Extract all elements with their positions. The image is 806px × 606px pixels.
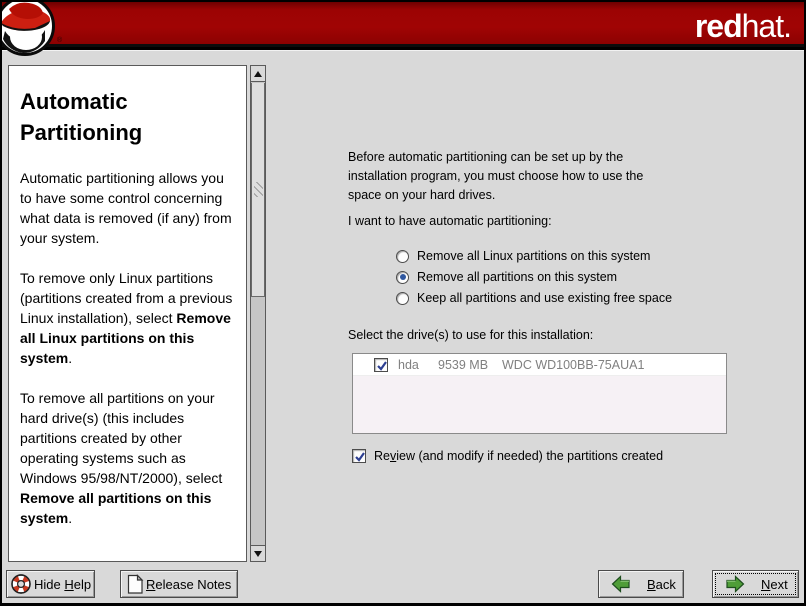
scroll-down-button[interactable] [251, 545, 265, 561]
review-checkbox-checked-icon[interactable] [352, 449, 366, 463]
label-post: elease Notes [155, 577, 231, 592]
help-paragraph-3: To remove all partitions on your hard dr… [20, 388, 235, 528]
review-checkbox-label: Review (and modify if needed) the partit… [374, 449, 663, 463]
drive-checkbox-wrap[interactable] [374, 358, 388, 372]
scroll-up-arrow-icon [254, 71, 262, 77]
help-panel: Automatic Partitioning Automatic partiti… [8, 65, 247, 562]
release-notes-label: Release Notes [146, 577, 231, 592]
radio-remove-linux-partitions[interactable]: Remove all Linux partitions on this syst… [396, 247, 650, 265]
label-mnemonic: N [761, 577, 770, 592]
help-title: Automatic Partitioning [20, 86, 235, 148]
help-paragraph-1: Automatic partitioning allows you to hav… [20, 168, 235, 248]
release-notes-button[interactable]: Release Notes [120, 570, 238, 598]
radio-label: Remove all Linux partitions on this syst… [417, 249, 650, 263]
installer-window: redhat. ® Automatic Partitioning Automat… [0, 0, 806, 606]
scroll-up-button[interactable] [251, 66, 265, 82]
registered-trademark: ® [57, 37, 62, 44]
label-mnemonic: H [64, 577, 73, 592]
wordmark-light: hat. [742, 8, 791, 44]
hide-help-button[interactable]: Hide Help [6, 570, 95, 598]
top-banner: redhat. [0, 0, 806, 47]
drive-select-label: Select the drive(s) to use for this inst… [348, 326, 593, 345]
radio-label: Keep all partitions and use existing fre… [417, 291, 672, 305]
review-partitions-option[interactable]: Review (and modify if needed) the partit… [352, 449, 663, 463]
partitioning-prompt: I want to have automatic partitioning: [348, 212, 552, 231]
review-label-pre: Re [374, 449, 390, 463]
label-post: elp [74, 577, 91, 592]
label-pre: Hide [34, 577, 64, 592]
radio-remove-all-partitions[interactable]: Remove all partitions on this system [396, 268, 617, 286]
label-post: ext [770, 577, 787, 592]
check-mark-icon [375, 359, 389, 373]
document-icon [126, 574, 144, 595]
check-mark-icon [353, 450, 367, 464]
content-area: Automatic Partitioning Automatic partiti… [0, 50, 806, 606]
drive-checkbox-checked-icon[interactable] [374, 358, 388, 372]
back-button[interactable]: Back [598, 570, 684, 598]
help-p3-text: To remove all partitions on your hard dr… [20, 390, 222, 486]
label-mnemonic: B [647, 577, 656, 592]
label-post: ack [656, 577, 676, 592]
label-mnemonic: R [146, 577, 155, 592]
help-scrollbar[interactable] [250, 65, 266, 562]
radio-keep-all-partitions[interactable]: Keep all partitions and use existing fre… [396, 289, 672, 307]
lifebuoy-icon [10, 573, 32, 595]
drive-device: hda [398, 358, 438, 372]
scroll-down-arrow-icon [254, 551, 262, 557]
next-button[interactable]: Next [712, 570, 799, 598]
help-p2-period: . [68, 350, 72, 366]
arrow-left-icon [611, 575, 631, 593]
drive-row-hda[interactable]: hda 9539 MB WDC WD100BB-75AUA1 [353, 354, 726, 376]
intro-text: Before automatic partitioning can be set… [348, 148, 658, 205]
radio-button-icon[interactable] [396, 250, 409, 263]
review-label-post: iew (and modify if needed) the partition… [396, 449, 663, 463]
redhat-shadowman-logo-icon [0, 0, 57, 59]
drive-model: WDC WD100BB-75AUA1 [502, 358, 726, 372]
redhat-wordmark: redhat. [695, 5, 791, 47]
drive-listbox[interactable]: hda 9539 MB WDC WD100BB-75AUA1 [352, 353, 727, 434]
help-paragraph-2: To remove only Linux partitions (partiti… [20, 268, 235, 368]
help-p3-bold: Remove all partitions on this system [20, 490, 211, 526]
arrow-right-icon [725, 575, 745, 593]
hide-help-label: Hide Help [34, 577, 91, 592]
radio-button-icon[interactable] [396, 292, 409, 305]
help-p3-period: . [68, 510, 72, 526]
radio-label: Remove all partitions on this system [417, 270, 617, 284]
scrollbar-grip-icon [254, 182, 263, 197]
drive-size: 9539 MB [438, 358, 502, 372]
radio-button-selected-icon[interactable] [396, 271, 409, 284]
wordmark-bold: red [695, 8, 742, 44]
back-label: Back [647, 577, 676, 592]
next-label: Next [761, 577, 788, 592]
scrollbar-thumb[interactable] [251, 83, 265, 297]
